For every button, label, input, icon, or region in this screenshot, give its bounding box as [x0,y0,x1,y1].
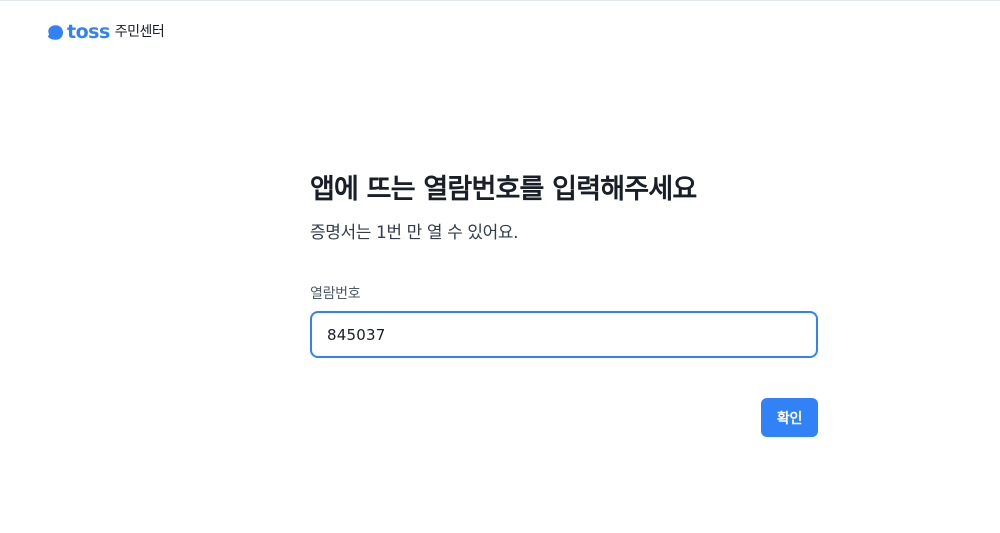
viewing-number-input[interactable] [310,311,818,358]
confirm-button[interactable]: 확인 [761,398,818,437]
service-name: 주민센터 [114,24,165,40]
logo-text[interactable]: toss [67,21,110,43]
page-subtitle: 증명서는 1번 만 열 수 있어요. [310,223,519,243]
viewing-number-label: 열람번호 [310,286,361,302]
verification-form: 앱에 뜨는 열람번호를 입력해주세요 증명서는 1번 만 열 수 있어요. 열람… [310,168,818,358]
page-title: 앱에 뜨는 열람번호를 입력해주세요 [310,174,697,205]
toss-logo-icon[interactable] [47,24,64,41]
header: toss 주민센터 [47,21,165,43]
